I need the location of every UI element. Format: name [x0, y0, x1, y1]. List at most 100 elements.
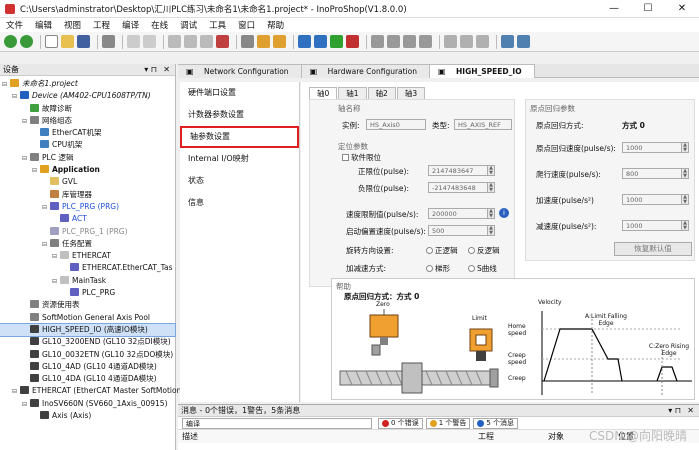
tab-high-speed-io[interactable]: ▣ HIGH_SPEED_IO	[430, 64, 535, 78]
menu-tools[interactable]: 工具	[209, 19, 226, 31]
tree-node[interactable]: ⊟ InoSV660N (SV660_1Axis_00915)	[0, 398, 175, 410]
tree-node[interactable]: CPU机架	[0, 139, 175, 151]
acceleration-field[interactable]: 1000	[622, 194, 682, 205]
pos-limit-field[interactable]: 2147483647	[428, 165, 488, 176]
infos-filter[interactable]: 5 个消息	[473, 417, 519, 429]
side-item-status[interactable]: 状态	[180, 170, 299, 192]
rotation-positive-radio[interactable]: 正逻辑	[426, 245, 458, 256]
side-item-hardware-port[interactable]: 硬件端口设置	[180, 82, 299, 104]
side-item-counter-params[interactable]: 计数器参数设置	[180, 104, 299, 126]
tree-node[interactable]: ⊟ 任务配置	[0, 238, 175, 250]
tree-node[interactable]: GVL	[0, 176, 175, 188]
tree-node[interactable]: ⊟ MainTask	[0, 275, 175, 287]
start-offset-spinner[interactable]: ▲ ▼	[488, 225, 495, 236]
reset-defaults-button[interactable]: 恢复默认值	[614, 242, 692, 256]
close-icon[interactable]: ✕	[163, 64, 170, 76]
tree-node[interactable]: ACT	[0, 213, 175, 225]
close-button[interactable]: ✕	[665, 0, 699, 18]
find-icon[interactable]	[241, 35, 254, 48]
delete-icon[interactable]	[216, 35, 229, 48]
deceleration-field[interactable]: 1000	[622, 220, 682, 231]
tree-node[interactable]: 资源使用表	[0, 299, 175, 311]
print-icon[interactable]	[102, 35, 115, 48]
tree-node[interactable]: Axis (Axis)	[0, 410, 175, 422]
deceleration-spinner[interactable]: ▲ ▼	[682, 220, 689, 231]
menu-window[interactable]: 窗口	[238, 19, 255, 31]
pos-limit-spinner[interactable]: ▲ ▼	[488, 165, 495, 176]
build-icon[interactable]	[257, 35, 270, 48]
tree-node[interactable]: GL10_3200END (GL10 32点DI模块)	[0, 336, 175, 348]
tab-hardware-configuration[interactable]: ▣ Hardware Configuration	[301, 64, 431, 78]
menu-help[interactable]: 帮助	[267, 19, 284, 31]
back-icon[interactable]	[4, 35, 17, 48]
write-values-icon[interactable]	[444, 35, 457, 48]
tree-node[interactable]: ⊟ Application	[0, 164, 175, 176]
open-icon[interactable]	[61, 35, 74, 48]
tree-node[interactable]: ⊟ ETHERCAT	[0, 250, 175, 262]
minimize-button[interactable]: —	[597, 0, 631, 18]
acceleration-spinner[interactable]: ▲ ▼	[682, 194, 689, 205]
save-icon[interactable]	[77, 35, 90, 48]
tree-node[interactable]: ⊟ ETHERCAT (EtherCAT Master SoftMotion)	[0, 385, 184, 397]
forward-icon[interactable]	[20, 35, 33, 48]
menu-debug[interactable]: 调试	[180, 19, 197, 31]
tree-node[interactable]: ETHERCAT.EtherCAT_Tas	[0, 262, 175, 274]
login-icon[interactable]	[298, 35, 311, 48]
tree-node[interactable]: ⊟ 网络组态	[0, 115, 175, 127]
tree-node[interactable]: PLC_PRG	[0, 287, 175, 299]
menu-online[interactable]: 在线	[151, 19, 168, 31]
tree-node[interactable]: SoftMotion General Axis Pool	[0, 312, 175, 324]
config-icon[interactable]	[517, 35, 530, 48]
device-scan-icon[interactable]	[501, 35, 514, 48]
menu-build[interactable]: 编译	[122, 19, 139, 31]
step-over-icon[interactable]	[387, 35, 400, 48]
axis-tab-3[interactable]: 轴3	[396, 87, 426, 99]
home-speed-spinner[interactable]: ▲ ▼	[682, 142, 689, 153]
creep-speed-field[interactable]: 800	[622, 168, 682, 179]
breakpoint-icon[interactable]	[371, 35, 384, 48]
maximize-button[interactable]: ☐	[631, 0, 665, 18]
menu-project[interactable]: 工程	[93, 19, 110, 31]
soft-limit-checkbox[interactable]: 软件限位	[342, 152, 381, 163]
col-project[interactable]: 工程	[478, 430, 548, 443]
tree-node[interactable]: ⊟ PLC_PRG (PRG)	[0, 201, 175, 213]
tree-node[interactable]: 库管理器	[0, 189, 175, 201]
accel-trapezoid-radio[interactable]: 梯形	[426, 263, 450, 274]
tree-node[interactable]: PLC_PRG_1 (PRG)	[0, 226, 175, 238]
speed-limit-field[interactable]: 200000	[428, 208, 488, 219]
menu-view[interactable]: 视图	[64, 19, 81, 31]
home-speed-field[interactable]: 1000	[622, 142, 682, 153]
axis-tab-1[interactable]: 轴1	[338, 87, 367, 99]
tree-node[interactable]: EtherCAT机架	[0, 127, 175, 139]
neg-limit-field[interactable]: -2147483648	[428, 182, 488, 193]
errors-filter[interactable]: 0 个错误	[378, 417, 423, 429]
start-offset-field[interactable]: 500	[428, 225, 488, 236]
tree-node[interactable]: HIGH_SPEED_IO (高速IO模块)	[0, 322, 176, 338]
step-out-icon[interactable]	[419, 35, 432, 48]
tree-node[interactable]: GL10_4AD (GL10 4通道AD模块)	[0, 361, 175, 373]
side-item-axis-params[interactable]: 轴参数设置	[180, 126, 299, 148]
stop-icon[interactable]	[346, 35, 359, 48]
tab-network-configuration[interactable]: ▣ Network Configuration	[178, 64, 302, 78]
pin-icon[interactable]: ▾ ⊓	[144, 64, 157, 76]
tree-node[interactable]: ⊟ Device (AM402-CPU1608TP/TN)	[0, 90, 175, 102]
force-values-icon[interactable]	[460, 35, 473, 48]
tree-node[interactable]: 故障诊断	[0, 103, 175, 115]
axis-tab-2[interactable]: 轴2	[367, 87, 396, 99]
rebuild-icon[interactable]	[273, 35, 286, 48]
cut-icon[interactable]	[168, 35, 181, 48]
accel-scurve-radio[interactable]: S曲线	[468, 263, 497, 274]
menu-file[interactable]: 文件	[6, 19, 23, 31]
run-icon[interactable]	[330, 35, 343, 48]
info-icon[interactable]: i	[499, 208, 509, 218]
side-item-internal-io[interactable]: Internal I/O映射	[180, 148, 299, 170]
unforce-icon[interactable]	[476, 35, 489, 48]
logout-icon[interactable]	[314, 35, 327, 48]
copy-icon[interactable]	[184, 35, 197, 48]
creep-speed-spinner[interactable]: ▲ ▼	[682, 168, 689, 179]
tree-node[interactable]: GL10_0032ETN (GL10 32点DO模块)	[0, 349, 175, 361]
axis-tab-0[interactable]: 轴0	[309, 87, 338, 99]
redo-icon[interactable]	[143, 35, 156, 48]
tree-node[interactable]: ⊟ 未命名1.project	[0, 78, 175, 90]
tree-node[interactable]: GL10_4DA (GL10 4通道DA模块)	[0, 373, 175, 385]
